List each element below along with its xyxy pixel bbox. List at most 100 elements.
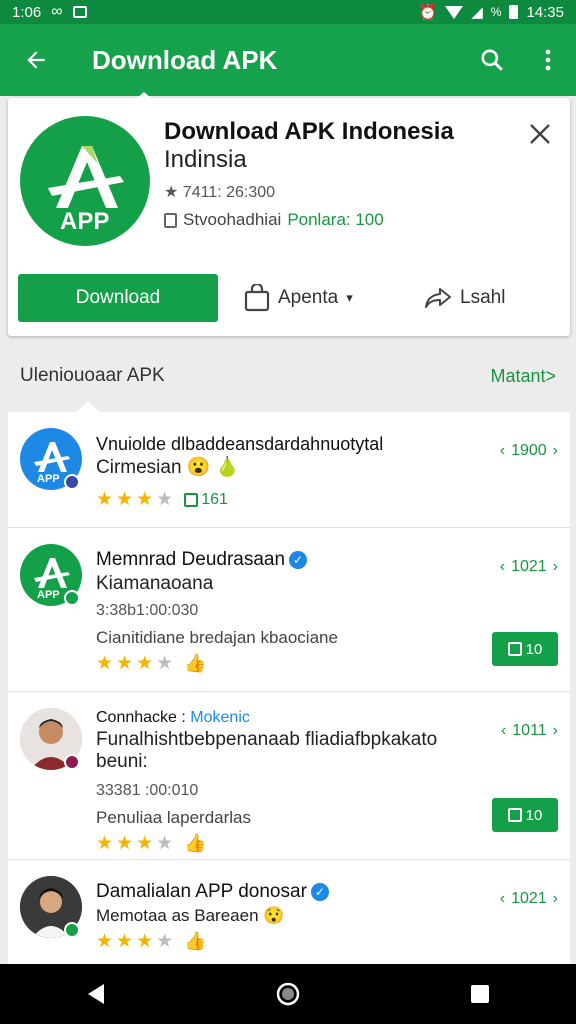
back-nav-button[interactable]	[66, 964, 126, 1024]
app-info: Stvoohadhiai Ponlara: 100	[164, 210, 384, 230]
share-button[interactable]: Lsahl	[424, 280, 505, 316]
save-icon	[507, 808, 522, 822]
info-icon	[164, 212, 177, 228]
item-title: Connhacke : Mokenic	[96, 709, 250, 726]
chevron-right-icon: ›	[552, 722, 558, 739]
home-nav-button[interactable]	[258, 964, 318, 1024]
list-item[interactable]: APP Memnrad Deudrasaan ✓ Kiamanaoana 3:38…	[8, 528, 570, 692]
star-icon: ★	[156, 931, 174, 952]
rating-stars: ★ ★ ★ ★ 👍	[96, 832, 207, 855]
version-link[interactable]: ‹ 1900 ›	[500, 442, 558, 460]
card-pointer	[130, 92, 158, 104]
star-icon: ★	[156, 489, 174, 510]
star-icon: ★	[156, 653, 174, 674]
item-subtitle: Memotaa as Bareaen 😯	[96, 906, 285, 925]
thumbs-up-icon: 👍	[184, 833, 207, 853]
bag-action-button[interactable]: Apenta ▾	[244, 280, 353, 316]
section-header: Uleniouoaar APK Matant>	[0, 348, 576, 404]
chevron-right-icon: ›	[552, 558, 558, 575]
share-icon	[425, 288, 451, 308]
item-subtitle: Funalhishtbebpenanaab fliadiafbpkakato	[96, 729, 438, 750]
app-logo-icon: APP	[48, 146, 124, 235]
version-label: 1021	[511, 890, 547, 907]
version-label: 1021	[511, 558, 547, 575]
search-icon	[481, 49, 503, 71]
chevron-right-icon: ›	[552, 442, 558, 459]
item-subtitle: Cirmesian 😮 🍐	[96, 457, 240, 478]
rating-stars: ★ ★ ★ ★ 👍	[96, 930, 207, 953]
featured-app-card: APP Download APK Indonesia Indinsia ★ 74…	[8, 98, 570, 336]
battery-percent: %	[490, 5, 502, 19]
list-item[interactable]: Connhacke : Mokenic Funalhishtbebpenanaa…	[8, 692, 570, 860]
star-icon: ★	[136, 833, 154, 854]
thumbs-up-icon: 👍	[184, 653, 207, 673]
version-link[interactable]: ‹ 1021 ›	[500, 558, 558, 576]
version-label: 1011	[512, 722, 547, 739]
chevron-left-icon: ‹	[499, 442, 506, 459]
star-icon: ★	[116, 489, 134, 510]
star-icon: ★	[96, 489, 114, 510]
item-description: Penuliaa laperdarlas	[96, 808, 251, 827]
search-button[interactable]	[464, 24, 520, 96]
badge-icon	[64, 474, 80, 490]
status-bar: 1:06 ∞ ⏰ ◢ % 14:35	[0, 0, 576, 24]
item-meta: 3:38b1:00:030	[96, 602, 199, 619]
badge-icon	[64, 590, 80, 606]
verified-icon: ✓	[310, 882, 329, 901]
more-vertical-icon	[545, 49, 551, 71]
star-icon: ★	[136, 653, 154, 674]
svg-text:APP: APP	[37, 473, 60, 485]
install-button[interactable]: 10	[492, 798, 558, 832]
item-meta: 33381 :00:010	[96, 782, 199, 799]
star-icon: ★	[96, 653, 114, 674]
star-icon: ★	[96, 931, 114, 952]
star-icon: ★	[96, 833, 114, 854]
info-value: Ponlara: 100	[287, 210, 384, 229]
rating-count: 161	[201, 490, 228, 508]
chevron-left-icon: ‹	[500, 722, 507, 739]
back-button[interactable]	[0, 24, 72, 96]
rating-stars: ★ ★ ★ ★ 👍	[96, 652, 207, 675]
item-title: Damalialan APP donosar ✓	[96, 880, 456, 904]
list-item[interactable]: APP Vnuiolde dlbaddeansdardahnuotytal Ci…	[8, 412, 570, 528]
item-subtitle-2: beuni:	[96, 751, 148, 772]
save-icon	[507, 642, 522, 656]
chevron-left-icon: ‹	[499, 890, 506, 907]
info-label: Stvoohadhiai	[183, 210, 282, 229]
link-icon: ∞	[51, 3, 63, 20]
svg-text:APP: APP	[37, 589, 60, 601]
star-icon: ★	[136, 931, 154, 952]
install-button[interactable]: 10	[492, 632, 558, 666]
item-title: Memnrad Deudrasaan ✓	[96, 548, 456, 572]
app-meta: ★ 7411: 26:300	[164, 184, 276, 201]
chat-icon	[184, 492, 199, 507]
status-time-right: 14:35	[526, 3, 564, 21]
see-more-link[interactable]: Matant>	[490, 366, 556, 387]
alarm-icon: ⏰	[418, 4, 438, 21]
bag-action-label: Apenta	[278, 287, 339, 308]
back-arrow-icon	[27, 51, 45, 69]
version-link[interactable]: ‹ 1021 ›	[500, 890, 558, 908]
more-options-button[interactable]	[520, 24, 576, 96]
recents-nav-button[interactable]	[450, 964, 510, 1024]
gallery-icon	[72, 6, 87, 18]
version-link[interactable]: ‹ 1011 ›	[501, 722, 558, 740]
app-logo: APP	[20, 116, 150, 246]
home-circle-icon	[276, 982, 300, 1006]
item-description: Cianitidiane bredajan kbaociane	[96, 628, 338, 647]
chevron-left-icon: ‹	[499, 558, 506, 575]
download-button[interactable]: Download	[18, 274, 218, 322]
chevron-right-icon: ›	[552, 890, 558, 907]
share-label: Lsahl	[460, 287, 506, 308]
close-icon	[530, 124, 550, 144]
star-icon: ★	[116, 833, 134, 854]
navigation-bar	[0, 964, 576, 1024]
install-label: 10	[525, 806, 543, 824]
list-item[interactable]: Damalialan APP donosar ✓ Memotaa as Barea…	[8, 860, 570, 964]
signal-icon: ◢	[471, 4, 483, 21]
install-label: 10	[525, 640, 543, 658]
app-title: Download APK Indonesia	[164, 118, 454, 145]
close-button[interactable]	[522, 116, 558, 152]
status-time-left: 1:06	[12, 3, 42, 21]
star-icon: ★	[136, 489, 154, 510]
